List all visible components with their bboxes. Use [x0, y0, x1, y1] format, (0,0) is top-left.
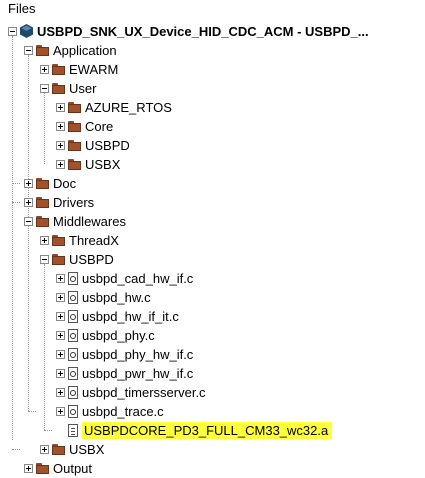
folder-icon	[36, 197, 50, 208]
tree-node-label: usbpd_cad_hw_if.c	[82, 271, 194, 286]
tree-node-doc[interactable]: Doc	[0, 174, 425, 193]
tree-node-label: Application	[53, 43, 117, 58]
tree-node-label: Middlewares	[53, 214, 126, 229]
tree-node-middlewares-usbx[interactable]: USBX	[0, 440, 425, 459]
folder-icon	[52, 83, 66, 94]
tree-node-user-usbpd[interactable]: USBPD	[0, 136, 425, 155]
tree-node-label: usbpd_trace.c	[82, 404, 164, 419]
tree-node-label: Doc	[53, 176, 77, 191]
tree-node-file[interactable]: usbpd_phy_hw_if.c	[0, 345, 425, 364]
folder-icon	[36, 45, 50, 56]
collapse-toggle[interactable]	[8, 27, 17, 36]
tree-node-label: usbpd_phy_hw_if.c	[82, 347, 194, 362]
tree-node-project[interactable]: USBPD_SNK_UX_Device_HID_CDC_ACM - USBPD_…	[0, 22, 425, 41]
expand-toggle[interactable]	[56, 331, 65, 340]
tree-node-threadx[interactable]: ThreadX	[0, 231, 425, 250]
file-tree[interactable]: USBPD_SNK_UX_Device_HID_CDC_ACM - USBPD_…	[0, 0, 425, 476]
expand-toggle[interactable]	[24, 198, 33, 207]
folder-icon	[36, 178, 50, 189]
tree-node-label: usbpd_pwr_hw_if.c	[82, 366, 194, 381]
tree-node-file[interactable]: usbpd_hw.c	[0, 288, 425, 307]
tree-node-ewarm[interactable]: EWARM	[0, 60, 425, 79]
expand-toggle[interactable]	[40, 445, 49, 454]
c-file-icon	[68, 405, 78, 418]
folder-icon	[52, 254, 66, 265]
tree-node-middlewares-usbpd[interactable]: USBPD	[0, 250, 425, 269]
expand-toggle[interactable]	[40, 236, 49, 245]
tree-node-file[interactable]: usbpd_cad_hw_if.c	[0, 269, 425, 288]
tree-node-application[interactable]: Application	[0, 41, 425, 60]
c-file-icon	[68, 272, 78, 285]
tree-node-output[interactable]: Output	[0, 459, 425, 478]
tree-node-label: USBPD_SNK_UX_Device_HID_CDC_ACM - USBPD_…	[37, 24, 369, 39]
tree-node-user-usbx[interactable]: USBX	[0, 155, 425, 174]
collapse-toggle[interactable]	[24, 46, 33, 55]
expand-toggle[interactable]	[56, 160, 65, 169]
c-file-icon	[68, 348, 78, 361]
expand-toggle[interactable]	[56, 350, 65, 359]
folder-icon	[68, 121, 82, 132]
expand-toggle[interactable]	[24, 179, 33, 188]
tree-node-label: usbpd_hw_if_it.c	[82, 309, 179, 324]
tree-node-label: USBX	[69, 442, 105, 457]
folder-icon	[52, 235, 66, 246]
c-file-icon	[68, 386, 78, 399]
tree-node-label: usbpd_timersserver.c	[82, 385, 206, 400]
folder-icon	[68, 102, 82, 113]
library-file-icon	[68, 424, 78, 437]
tree-node-label: AZURE_RTOS	[85, 100, 172, 115]
folder-icon	[36, 216, 50, 227]
collapse-toggle[interactable]	[24, 217, 33, 226]
folder-icon	[52, 64, 66, 75]
collapse-toggle[interactable]	[40, 255, 49, 264]
folder-icon	[68, 140, 82, 151]
c-file-icon	[68, 367, 78, 380]
tree-node-label: Core	[85, 119, 114, 134]
expand-toggle[interactable]	[56, 369, 65, 378]
tree-node-label: usbpd_phy.c	[82, 328, 155, 343]
tree-node-label: USBX	[85, 157, 121, 172]
c-file-icon	[68, 329, 78, 342]
files-panel: Files USBPD_SNK_UX_Device_HID_CDC_ACM - …	[0, 0, 425, 476]
tree-node-label: EWARM	[69, 62, 119, 77]
tree-node-azure-rtos[interactable]: AZURE_RTOS	[0, 98, 425, 117]
project-icon	[20, 24, 33, 38]
tree-node-file[interactable]: usbpd_phy.c	[0, 326, 425, 345]
expand-toggle[interactable]	[24, 464, 33, 473]
tree-node-label: Drivers	[53, 195, 95, 210]
expand-toggle[interactable]	[56, 141, 65, 150]
tree-node-middlewares[interactable]: Middlewares	[0, 212, 425, 231]
folder-icon	[68, 159, 82, 170]
tree-node-label: USBPD	[69, 252, 114, 267]
tree-node-file[interactable]: usbpd_timersserver.c	[0, 383, 425, 402]
expand-toggle[interactable]	[56, 122, 65, 131]
tree-node-label: ThreadX	[69, 233, 119, 248]
expand-toggle[interactable]	[56, 274, 65, 283]
tree-node-label: User	[69, 81, 97, 96]
tree-node-file[interactable]: usbpd_trace.c	[0, 402, 425, 421]
tree-node-file[interactable]: usbpd_hw_if_it.c	[0, 307, 425, 326]
tree-node-core[interactable]: Core	[0, 117, 425, 136]
expand-toggle[interactable]	[56, 312, 65, 321]
expand-toggle[interactable]	[56, 293, 65, 302]
tree-node-user[interactable]: User	[0, 79, 425, 98]
tree-node-label: USBPDCORE_PD3_FULL_CM33_wc32.a	[82, 422, 333, 439]
tree-node-drivers[interactable]: Drivers	[0, 193, 425, 212]
tree-node-label: Output	[53, 461, 93, 476]
expand-toggle[interactable]	[56, 103, 65, 112]
collapse-toggle[interactable]	[40, 84, 49, 93]
expand-toggle[interactable]	[56, 388, 65, 397]
folder-icon	[36, 463, 50, 474]
tree-node-library[interactable]: USBPDCORE_PD3_FULL_CM33_wc32.a	[0, 421, 425, 440]
c-file-icon	[68, 310, 78, 323]
expand-toggle[interactable]	[40, 65, 49, 74]
c-file-icon	[68, 291, 78, 304]
expand-toggle[interactable]	[56, 407, 65, 416]
tree-node-file[interactable]: usbpd_pwr_hw_if.c	[0, 364, 425, 383]
folder-icon	[52, 444, 66, 455]
tree-node-label: usbpd_hw.c	[82, 290, 151, 305]
tree-node-label: USBPD	[85, 138, 130, 153]
